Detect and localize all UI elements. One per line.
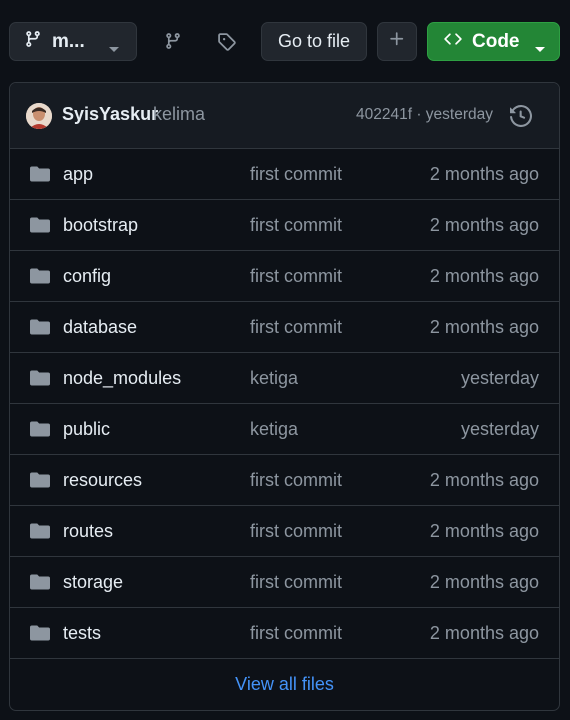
branch-name: m...	[52, 30, 85, 52]
file-name-link[interactable]: bootstrap	[63, 215, 138, 236]
folder-icon	[30, 471, 50, 494]
commit-message[interactable]: kelima	[153, 104, 205, 125]
file-commit-message[interactable]: first commit	[250, 164, 342, 185]
file-row[interactable]: database first commit 2 months ago	[10, 302, 559, 353]
file-commit-message[interactable]: first commit	[250, 266, 342, 287]
file-name-link[interactable]: resources	[63, 470, 142, 491]
file-name-link[interactable]: routes	[63, 521, 113, 542]
file-commit-message[interactable]: first commit	[250, 623, 342, 644]
plus-icon	[388, 30, 406, 53]
code-icon	[443, 30, 463, 53]
commit-meta[interactable]: 402241f · yesterday	[356, 106, 493, 124]
branch-selector-button[interactable]: m...	[9, 22, 137, 61]
file-row[interactable]: config first commit 2 months ago	[10, 251, 559, 302]
file-name-link[interactable]: app	[63, 164, 93, 185]
file-name-link[interactable]: tests	[63, 623, 101, 644]
file-name-link[interactable]: node_modules	[63, 368, 181, 389]
file-commit-message[interactable]: first commit	[250, 521, 342, 542]
file-commit-date: 2 months ago	[429, 521, 539, 541]
history-icon[interactable]	[510, 104, 533, 132]
folder-icon	[30, 267, 50, 290]
chevron-down-icon	[534, 38, 546, 59]
file-commit-date: 2 months ago	[429, 266, 539, 286]
git-branch-icon	[24, 30, 42, 53]
file-commit-date: 2 months ago	[429, 572, 539, 592]
folder-icon	[30, 369, 50, 392]
file-row[interactable]: public ketiga yesterday	[10, 404, 559, 455]
file-row[interactable]: tests first commit 2 months ago	[10, 608, 559, 659]
add-file-button[interactable]	[377, 22, 417, 61]
file-row[interactable]: node_modules ketiga yesterday	[10, 353, 559, 404]
file-name-link[interactable]: config	[63, 266, 111, 287]
code-button[interactable]: Code	[427, 22, 560, 61]
file-commit-date: 2 months ago	[429, 623, 539, 643]
file-commit-message[interactable]: first commit	[250, 470, 342, 491]
file-commit-message[interactable]: ketiga	[250, 419, 298, 440]
code-button-label: Code	[472, 30, 520, 52]
file-browser: SyisYaskur kelima 402241f · yesterday ap…	[9, 82, 560, 711]
file-commit-message[interactable]: ketiga	[250, 368, 298, 389]
folder-icon	[30, 624, 50, 647]
file-commit-date: 2 months ago	[429, 164, 539, 184]
file-commit-date: 2 months ago	[429, 470, 539, 490]
file-row[interactable]: bootstrap first commit 2 months ago	[10, 200, 559, 251]
panel-footer: View all files	[10, 659, 559, 710]
file-row[interactable]: storage first commit 2 months ago	[10, 557, 559, 608]
commit-author[interactable]: SyisYaskur	[62, 104, 158, 125]
file-commit-message[interactable]: first commit	[250, 215, 342, 236]
folder-icon	[30, 420, 50, 443]
branches-icon[interactable]	[161, 29, 185, 53]
file-commit-message[interactable]: first commit	[250, 572, 342, 593]
tag-icon[interactable]	[214, 29, 238, 53]
folder-icon	[30, 522, 50, 545]
latest-commit-bar: SyisYaskur kelima 402241f · yesterday	[10, 83, 559, 149]
file-row[interactable]: routes first commit 2 months ago	[10, 506, 559, 557]
repo-toolbar: m... Go to file Code	[0, 0, 570, 82]
avatar[interactable]	[26, 103, 52, 129]
folder-icon	[30, 573, 50, 596]
file-commit-date: yesterday	[460, 419, 539, 439]
file-commit-message[interactable]: first commit	[250, 317, 342, 338]
file-commit-date: yesterday	[460, 368, 539, 388]
view-all-files-link[interactable]: View all files	[235, 674, 334, 695]
chevron-down-icon	[108, 38, 120, 59]
folder-icon	[30, 165, 50, 188]
file-commit-date: 2 months ago	[429, 215, 539, 235]
file-name-link[interactable]: storage	[63, 572, 123, 593]
file-row[interactable]: app first commit 2 months ago	[10, 149, 559, 200]
folder-icon	[30, 216, 50, 239]
folder-icon	[30, 318, 50, 341]
go-to-file-button[interactable]: Go to file	[261, 22, 367, 61]
file-row[interactable]: resources first commit 2 months ago	[10, 455, 559, 506]
file-commit-date: 2 months ago	[429, 317, 539, 337]
file-name-link[interactable]: public	[63, 419, 110, 440]
file-name-link[interactable]: database	[63, 317, 137, 338]
